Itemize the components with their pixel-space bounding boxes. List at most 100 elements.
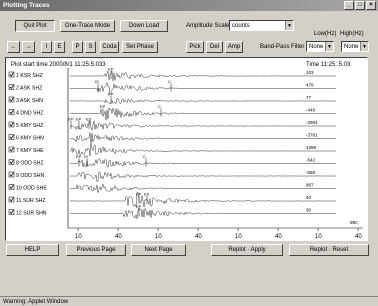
plot-start-time: Plot start time 2000/8/1 11:25:5.033	[11, 62, 106, 68]
download-button[interactable]: Down Load	[120, 20, 168, 32]
chevron-down-icon: ▼	[285, 21, 293, 30]
chevron-down-icon: ▼	[360, 42, 368, 51]
help-button[interactable]: HELP	[6, 244, 59, 256]
phase-pick-label: EP	[100, 104, 106, 109]
pick-button[interactable]: Pick	[186, 41, 204, 53]
phase-pick-label: C	[168, 79, 171, 84]
phase-pick-label: EP	[136, 204, 142, 209]
phase-pick-label: EP	[76, 117, 82, 122]
impulsive-button[interactable]: I	[41, 41, 52, 53]
waveform-trace	[69, 171, 337, 182]
trace-amplitude: 479	[306, 83, 314, 88]
waveform-trace	[69, 132, 336, 145]
phase-pick-label: IS	[95, 79, 99, 84]
trace-amplitude: 77	[306, 95, 312, 100]
waveform-trace	[69, 144, 337, 157]
window-titlebar: Plotting Traces _ □ ×	[0, 0, 378, 11]
trace-amplitude: -3781	[306, 133, 318, 138]
high-hz-select[interactable]: None ▼	[341, 41, 369, 52]
high-hz-label: High(Hz)	[340, 31, 364, 37]
coda-button[interactable]: Coda	[100, 41, 119, 53]
replot-apply-button[interactable]: Replot · Apply	[211, 244, 283, 256]
chevron-down-icon: ▼	[325, 42, 333, 51]
one-trace-mode-button[interactable]: One-Trace Mode	[60, 20, 115, 32]
previous-page-button[interactable]: Previous Page	[66, 244, 126, 256]
phase-pick-label: C	[143, 154, 146, 159]
next-page-button[interactable]: Next Page	[131, 244, 186, 256]
phase-pick-label: ES	[144, 192, 150, 197]
minimize-button[interactable]: _	[344, 1, 354, 10]
trace-amplitude: -542	[306, 158, 316, 163]
phase-pick-group: EPIS CEPEP CEP EP ESEP IS CEP ESEP	[68, 67, 172, 217]
low-hz-select[interactable]: None ▼	[306, 41, 334, 52]
time-readout: Time 11:25: 5.03	[306, 62, 351, 68]
waveform-trace	[69, 97, 337, 105]
trace-label: 5 KMY SHZ	[16, 123, 43, 129]
waveform-trace	[69, 120, 337, 132]
trace-label: 2 ASK SHZ	[16, 86, 42, 92]
waveform-trace	[69, 158, 337, 168]
set-phase-button[interactable]: Set Phase	[122, 41, 158, 53]
axis-tick-label: 40	[115, 234, 122, 240]
low-hz-value: None	[309, 43, 324, 50]
emergent-button[interactable]: E	[54, 41, 65, 53]
phase-pick-label: ES	[86, 117, 92, 122]
trace-amplitude: 887	[306, 183, 314, 188]
p-phase-button[interactable]: P	[72, 41, 83, 53]
trace-amplitude: 103	[306, 70, 314, 75]
axis-tick-label: 40	[195, 234, 202, 240]
phase-pick-label: EP	[108, 67, 114, 72]
maximize-button[interactable]: □	[355, 1, 365, 10]
amplitude-scale-label: Amplitude Scale	[186, 23, 230, 29]
axis-tick-label: 10	[155, 234, 162, 240]
phase-pick-label: EP	[76, 154, 82, 159]
waveform-trace	[69, 192, 337, 208]
trace-amplitude: 30	[306, 208, 312, 213]
status-bar: Warning: Applet Window	[0, 296, 378, 306]
waveform-trace	[69, 70, 336, 82]
trace-label: 7 KMY SHE	[16, 148, 44, 154]
time-axis-ticks: 10 40 10 40 10 40 10 40	[75, 228, 362, 240]
amplitude-button[interactable]: Amp	[225, 41, 243, 53]
replot-reset-button[interactable]: Replot · Reset	[289, 244, 369, 256]
phase-pick-label: EP	[108, 92, 114, 97]
phase-pick-label: C	[158, 104, 161, 109]
scroll-left-button[interactable]: ←	[7, 41, 20, 53]
low-hz-label: Low(Hz)	[314, 31, 337, 37]
sec-label: sec	[350, 220, 358, 226]
trace-amplitude: -558	[306, 170, 316, 175]
trace-amplitude: -449	[306, 108, 316, 113]
waveform-trace	[69, 207, 337, 219]
trace-amplitude: -2954	[306, 120, 318, 125]
trace-label: 9 ODD SHN	[16, 173, 45, 179]
seismogram-canvas[interactable]: Plot start time 2000/8/1 11:25:5.033 Tim…	[6, 58, 367, 240]
delete-button[interactable]: Del	[206, 41, 223, 53]
phase-pick-label: EP	[68, 117, 74, 122]
bandpass-filter-label: Band-Pass Filter	[260, 44, 305, 50]
trace-label-list: 1 KSR SHZ 2 ASK SHZ 3 ASK SHN 4 DND SHZ 5 KM…	[8, 71, 47, 217]
trace-label: 10 ODD SHE	[16, 186, 47, 192]
quit-plot-button[interactable]: Quit Plot	[15, 20, 55, 32]
trace-label: 11 SUR SHZ	[16, 198, 46, 204]
waveform-trace	[69, 183, 337, 193]
scroll-right-button[interactable]: →	[22, 41, 35, 53]
axis-tick-label: 10	[75, 234, 82, 240]
s-phase-button[interactable]: S	[85, 41, 96, 53]
waveform-trace	[69, 107, 337, 121]
phase-pick-label: IS	[84, 154, 88, 159]
close-button[interactable]: ×	[366, 1, 376, 10]
trace-amplitude: 40	[306, 195, 312, 200]
trace-label: 8 ODD SHZ	[16, 161, 44, 167]
trace-label: 3 ASK SHN	[16, 98, 43, 104]
axis-tick-label: 10	[235, 234, 242, 240]
trace-label: 12 SUR SHN	[16, 211, 47, 217]
trace-label: 1 KSR SHZ	[16, 73, 43, 79]
trace-label: 4 DND SHZ	[16, 111, 43, 117]
phase-pick-label: EP	[136, 192, 142, 197]
axis-tick-label: 40	[355, 234, 362, 240]
seismogram-plot[interactable]: Plot start time 2000/8/1 11:25:5.033 Tim…	[5, 57, 368, 241]
trace-amplitude: 4399	[306, 145, 317, 150]
axis-tick-label: 40	[275, 234, 282, 240]
window-title: Plotting Traces	[3, 2, 50, 9]
amplitude-scale-select[interactable]: counts ▼	[229, 20, 294, 31]
